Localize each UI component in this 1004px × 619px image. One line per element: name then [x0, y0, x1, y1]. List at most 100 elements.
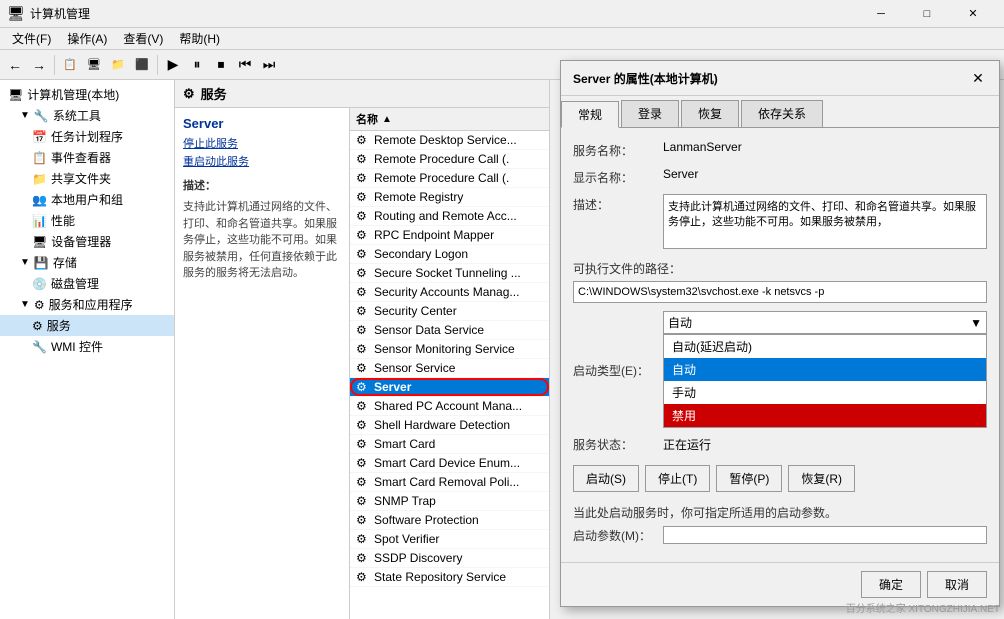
startup-option-manual[interactable]: 手动 [664, 381, 986, 404]
nav-services-label: 服务 [47, 317, 71, 334]
svc-icon-5: ⚙ [356, 228, 370, 242]
service-row[interactable]: ⚙ Smart Card Removal Poli... [350, 473, 549, 492]
nav-device-label: 设备管理器 [51, 233, 111, 250]
tab-general[interactable]: 常规 [561, 101, 619, 128]
svc-name-5: RPC Endpoint Mapper [374, 228, 494, 242]
services-header: ⚙ 服务 [175, 80, 549, 108]
nav-item-device-manager[interactable]: 🖥 设备管理器 [0, 231, 174, 252]
startup-dropdown-wrapper: 自动 ▼ 自动(延迟启动) 自动 手动 禁用 [663, 311, 987, 428]
start-param-input[interactable] [663, 526, 987, 544]
svc-name-3: Remote Registry [374, 190, 463, 204]
service-row[interactable]: ⚙ Secure Socket Tunneling ... [350, 264, 549, 283]
properties-dialog: Server 的属性(本地计算机) ✕ 常规 登录 恢复 依存关系 服务名称： … [560, 60, 1000, 607]
service-row[interactable]: ⚙ Smart Card [350, 435, 549, 454]
nav-item-local-users[interactable]: 👥 本地用户和组 [0, 189, 174, 210]
svc-name-18: Smart Card Removal Poli... [374, 475, 519, 489]
nav-storage-label: 存储 [53, 254, 77, 271]
toolbar-btn-3[interactable]: 📁 [107, 54, 129, 76]
service-row[interactable]: ⚙ Sensor Service [350, 359, 549, 378]
tab-login[interactable]: 登录 [621, 100, 679, 127]
path-value: C:\WINDOWS\system32\svchost.exe -k netsv… [573, 281, 987, 303]
toolbar-stop-btn[interactable]: ⏹ [210, 54, 232, 76]
col-header-name[interactable]: 名称 ▲ [350, 108, 549, 131]
nav-item-system-tools[interactable]: ▼ 🔧 系统工具 [0, 105, 174, 126]
nav-item-event-viewer[interactable]: 📋 事件查看器 [0, 147, 174, 168]
menu-action[interactable]: 操作(A) [59, 30, 115, 47]
restart-service-action[interactable]: 重启动此服务 [183, 153, 341, 169]
nav-item-task-scheduler[interactable]: 📅 任务计划程序 [0, 126, 174, 147]
perf-icon: 📊 [32, 214, 47, 228]
dropdown-arrow-icon: ▼ [970, 316, 982, 330]
start-param-row: 启动参数(M)： [573, 525, 987, 544]
service-row[interactable]: ⚙ RPC Endpoint Mapper [350, 226, 549, 245]
service-row[interactable]: ⚙ Software Protection [350, 511, 549, 530]
service-row-server[interactable]: ⚙ Server [350, 378, 549, 397]
service-row[interactable]: ⚙ Spot Verifier [350, 530, 549, 549]
startup-option-auto[interactable]: 自动 [664, 358, 986, 381]
nav-item-services-apps[interactable]: ▼ ⚙ 服务和应用程序 [0, 294, 174, 315]
expand-icon-svc: ▼ [20, 299, 30, 310]
service-row[interactable]: ⚙ Security Accounts Manag... [350, 283, 549, 302]
confirm-button[interactable]: 确定 [861, 571, 921, 598]
dialog-close-button[interactable]: ✕ [969, 69, 987, 87]
nav-item-root[interactable]: 🖥 计算机管理(本地) [0, 84, 174, 105]
nav-item-wmi[interactable]: 🔧 WMI 控件 [0, 336, 174, 357]
toolbar-btn-1[interactable]: 📋 [59, 54, 81, 76]
toolbar-prev-btn[interactable]: ⏮ [234, 54, 256, 76]
service-row[interactable]: ⚙ Security Center [350, 302, 549, 321]
svc-name-14: Shared PC Account Mana... [374, 399, 522, 413]
menu-view[interactable]: 查看(V) [115, 30, 171, 47]
startup-dropdown[interactable]: 自动 ▼ [663, 311, 987, 334]
svc-icon-20: ⚙ [356, 513, 370, 527]
service-row[interactable]: ⚙ Sensor Data Service [350, 321, 549, 340]
toolbar-next-btn[interactable]: ⏭ [258, 54, 280, 76]
service-row[interactable]: ⚙ Smart Card Device Enum... [350, 454, 549, 473]
service-action-buttons: 启动(S) 停止(T) 暂停(P) 恢复(R) [573, 465, 987, 492]
menu-file[interactable]: 文件(F) [4, 30, 59, 47]
back-button[interactable]: ← [4, 54, 26, 76]
disk-icon: 💿 [32, 277, 47, 291]
service-row[interactable]: ⚙ Shell Hardware Detection [350, 416, 549, 435]
pause-service-button[interactable]: 暂停(P) [716, 465, 782, 492]
svc-name-server: Server [374, 380, 411, 394]
service-row[interactable]: ⚙ Remote Desktop Service... [350, 131, 549, 150]
toolbar-pause-btn[interactable]: ⏸ [186, 54, 208, 76]
nav-disk-label: 磁盘管理 [51, 275, 99, 292]
toolbar-btn-2[interactable]: 🖥 [83, 54, 105, 76]
nav-task-label: 任务计划程序 [51, 128, 123, 145]
service-row[interactable]: ⚙ Sensor Monitoring Service [350, 340, 549, 359]
display-name-row: 显示名称： Server [573, 167, 987, 186]
nav-item-performance[interactable]: 📊 性能 [0, 210, 174, 231]
stop-service-button[interactable]: 停止(T) [645, 465, 710, 492]
start-param-desc: 当此处启动服务时，你可指定所适用的启动参数。 [573, 504, 987, 521]
toolbar-btn-4[interactable]: ⬛ [131, 54, 153, 76]
service-row[interactable]: ⚙ Remote Procedure Call (. [350, 169, 549, 188]
nav-item-disk-mgmt[interactable]: 💿 磁盘管理 [0, 273, 174, 294]
nav-event-label: 事件查看器 [51, 149, 111, 166]
resume-service-button[interactable]: 恢复(R) [788, 465, 855, 492]
service-row[interactable]: ⚙ Secondary Logon [350, 245, 549, 264]
service-row[interactable]: ⚙ Routing and Remote Acc... [350, 207, 549, 226]
services-header-label: 服务 [201, 84, 227, 103]
service-row[interactable]: ⚙ SNMP Trap [350, 492, 549, 511]
nav-item-shared-folders[interactable]: 📁 共享文件夹 [0, 168, 174, 189]
nav-item-storage[interactable]: ▼ 💾 存储 [0, 252, 174, 273]
svc-name-9: Security Center [374, 304, 457, 318]
startup-option-disabled[interactable]: 禁用 [664, 404, 986, 427]
cancel-button[interactable]: 取消 [927, 571, 987, 598]
service-row[interactable]: ⚙ SSDP Discovery [350, 549, 549, 568]
start-service-button[interactable]: 启动(S) [573, 465, 639, 492]
toolbar-play-btn[interactable]: ▶ [162, 54, 184, 76]
startup-option-delayed[interactable]: 自动(延迟启动) [664, 335, 986, 358]
desc-textarea[interactable] [663, 194, 987, 249]
nav-item-services[interactable]: ⚙ 服务 [0, 315, 174, 336]
menu-help[interactable]: 帮助(H) [171, 30, 228, 47]
service-row[interactable]: ⚙ Remote Procedure Call (. [350, 150, 549, 169]
service-row[interactable]: ⚙ Shared PC Account Mana... [350, 397, 549, 416]
stop-service-action[interactable]: 停止此服务 [183, 135, 341, 151]
forward-button[interactable]: → [28, 54, 50, 76]
tab-recover[interactable]: 恢复 [681, 100, 739, 127]
tab-dependencies[interactable]: 依存关系 [741, 100, 823, 127]
service-row[interactable]: ⚙ Remote Registry [350, 188, 549, 207]
service-row[interactable]: ⚙ State Repository Service [350, 568, 549, 587]
